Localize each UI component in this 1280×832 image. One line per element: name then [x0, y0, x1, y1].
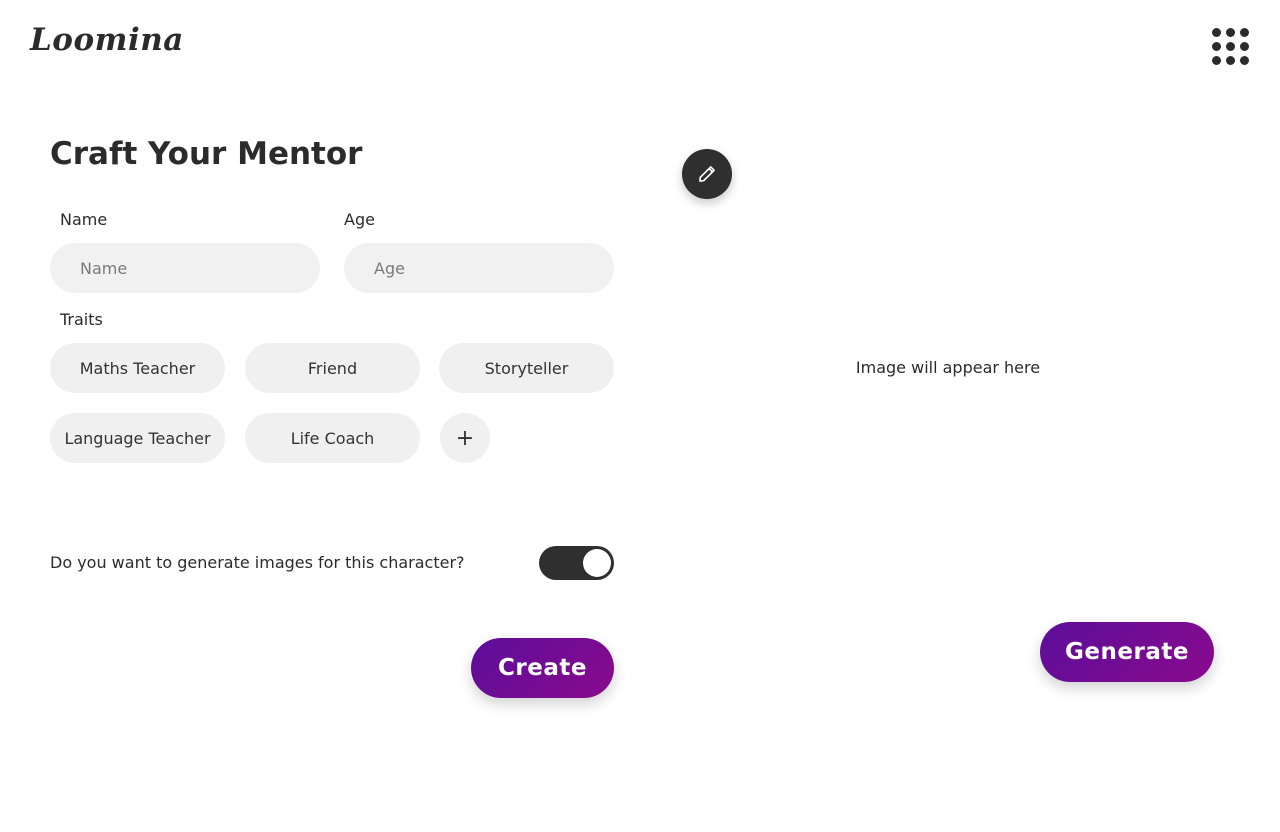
page: Loomina Craft Your Mentor Name Age Trait…: [0, 0, 1280, 832]
grid-dot: [1212, 56, 1221, 65]
grid-dots-icon: [1212, 28, 1221, 37]
trait-chip-storyteller[interactable]: Storyteller: [439, 343, 614, 393]
app-logo[interactable]: Loomina: [30, 22, 184, 58]
grid-dot: [1226, 56, 1235, 65]
trait-chip-life-coach[interactable]: Life Coach: [245, 413, 420, 463]
grid-dot: [1240, 28, 1249, 37]
image-placeholder-text: Image will appear here: [855, 358, 1041, 377]
trait-chip-maths-teacher[interactable]: Maths Teacher: [50, 343, 225, 393]
add-trait-button[interactable]: +: [440, 413, 490, 463]
image-generation-question: Do you want to generate images for this …: [50, 553, 465, 572]
apps-menu-button[interactable]: [1212, 28, 1254, 70]
image-generation-toggle[interactable]: [539, 546, 614, 580]
grid-dot: [1240, 42, 1249, 51]
grid-dot: [1226, 28, 1235, 37]
plus-icon: +: [455, 425, 475, 451]
age-label: Age: [344, 210, 375, 229]
grid-dot: [1212, 42, 1221, 51]
name-label: Name: [60, 210, 108, 229]
generate-button[interactable]: Generate: [1040, 622, 1214, 682]
traits-label: Traits: [60, 310, 103, 329]
name-input[interactable]: [50, 243, 320, 293]
grid-dot: [1240, 56, 1249, 65]
trait-chip-language-teacher[interactable]: Language Teacher: [50, 413, 225, 463]
trait-chip-friend[interactable]: Friend: [245, 343, 420, 393]
toggle-knob: [583, 549, 611, 577]
grid-dot: [1226, 42, 1235, 51]
page-title: Craft Your Mentor: [50, 136, 363, 172]
pencil-icon: [699, 166, 715, 182]
edit-image-button[interactable]: [682, 149, 732, 199]
age-input[interactable]: [344, 243, 614, 293]
create-button[interactable]: Create: [471, 638, 614, 698]
